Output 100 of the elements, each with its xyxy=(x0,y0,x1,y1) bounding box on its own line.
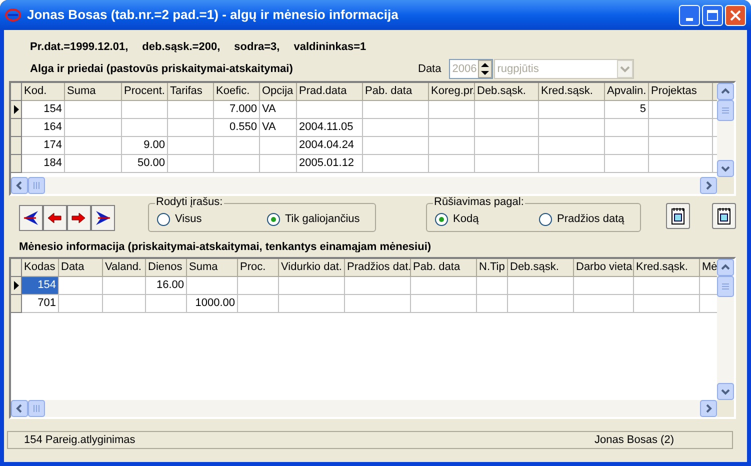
notepad-icon xyxy=(717,207,731,225)
radio-option[interactable]: Kodą xyxy=(435,210,539,228)
close-button[interactable] xyxy=(725,4,746,26)
scroll-thumb-icon[interactable] xyxy=(28,400,45,417)
notepad-icon xyxy=(671,207,685,225)
column-header[interactable]: Suma xyxy=(187,259,238,277)
horizontal-scrollbar[interactable] xyxy=(11,400,717,417)
table-cell: 184 xyxy=(22,155,65,173)
scroll-left-icon[interactable] xyxy=(11,177,28,194)
table-cell xyxy=(605,155,649,173)
nav-button[interactable] xyxy=(19,205,43,231)
table-cell xyxy=(168,119,214,137)
table-cell xyxy=(539,155,605,173)
table-cell xyxy=(634,277,700,295)
info-text: sodra=3, xyxy=(234,40,280,56)
scroll-right-icon[interactable] xyxy=(700,400,717,417)
column-header[interactable]: Kred.sąsk. xyxy=(539,83,605,101)
table-cell: VA xyxy=(260,101,297,119)
table-cell: 50.00 xyxy=(122,155,168,173)
column-header[interactable]: Prad.data xyxy=(297,83,363,101)
scrollbar-corner xyxy=(717,177,734,194)
column-header[interactable]: Darbo vieta xyxy=(574,259,634,277)
column-header[interactable]: N.Tip xyxy=(477,259,508,277)
vertical-scrollbar[interactable] xyxy=(717,83,734,177)
minimize-button[interactable] xyxy=(679,4,700,26)
table-cell: 164 xyxy=(22,119,65,137)
nav-button[interactable] xyxy=(67,205,91,231)
table-cell xyxy=(477,277,508,295)
column-header[interactable]: Opcija xyxy=(260,83,297,101)
table-cell: 16.00 xyxy=(146,277,187,295)
column-header[interactable]: Pab. data xyxy=(363,83,429,101)
radio-button[interactable] xyxy=(267,212,280,226)
table-cell xyxy=(65,155,122,173)
column-header[interactable]: Suma xyxy=(65,83,122,101)
maximize-button[interactable] xyxy=(702,4,723,26)
left-arrow-icon xyxy=(46,210,64,226)
scroll-left-icon[interactable] xyxy=(11,400,28,417)
app-logo-icon xyxy=(5,8,21,22)
radio-button[interactable] xyxy=(435,212,448,226)
scroll-thumb-icon[interactable] xyxy=(28,177,45,194)
table-cell xyxy=(508,295,574,313)
horizontal-scrollbar[interactable] xyxy=(11,177,717,194)
column-header[interactable]: Data xyxy=(59,259,103,277)
table-cell: 2004.04.24 xyxy=(297,137,363,155)
table-cell xyxy=(649,137,713,155)
column-header[interactable]: Vidurkio dat. xyxy=(279,259,345,277)
table-cell xyxy=(103,277,146,295)
column-header[interactable]: Proc. xyxy=(238,259,279,277)
scroll-up-icon[interactable] xyxy=(717,259,734,276)
table-cell: VA xyxy=(260,119,297,137)
column-header[interactable]: Koefic. xyxy=(214,83,260,101)
row-indicator[interactable] xyxy=(11,277,22,295)
column-header[interactable]: Deb.sąsk. xyxy=(475,83,539,101)
table-cell xyxy=(429,119,475,137)
table-cell: 154 xyxy=(22,277,59,295)
close-icon xyxy=(730,10,741,20)
window-title: Jonas Bosas (tab.nr.=2 pad.=1) - algų ir mėnesio informacija xyxy=(27,6,398,24)
radio-button[interactable] xyxy=(539,212,552,226)
radio-button[interactable] xyxy=(157,212,170,226)
column-header[interactable]: Valand. xyxy=(103,259,146,277)
scroll-right-icon[interactable] xyxy=(700,177,717,194)
column-header[interactable]: Deb.sąsk. xyxy=(508,259,574,277)
radio-option[interactable]: Visus xyxy=(157,210,267,228)
table-cell: 9.00 xyxy=(122,137,168,155)
radio-option[interactable]: Pradžios datą xyxy=(539,210,624,228)
column-header[interactable]: Pab. data xyxy=(411,259,477,277)
scroll-up-icon[interactable] xyxy=(717,83,734,100)
column-header[interactable]: Pradžios dat. xyxy=(345,259,411,277)
radio-option[interactable]: Tik galiojančius xyxy=(267,210,360,228)
vertical-scrollbar[interactable] xyxy=(717,259,734,400)
scroll-thumb-icon[interactable] xyxy=(717,100,734,121)
table-cell: 0.550 xyxy=(214,119,260,137)
column-header[interactable]: Apvalin. xyxy=(605,83,649,101)
status-user: Jonas Bosas (2) xyxy=(594,432,674,448)
column-header[interactable]: Mė xyxy=(700,259,717,277)
notepad-button[interactable] xyxy=(712,203,736,229)
table-cell xyxy=(238,295,279,313)
scroll-down-icon[interactable] xyxy=(717,160,734,177)
nav-button[interactable] xyxy=(43,205,67,231)
column-header[interactable]: Kodas xyxy=(22,259,59,277)
column-header[interactable]: Kod. xyxy=(22,83,65,101)
table-cell xyxy=(429,137,475,155)
table-cell xyxy=(429,155,475,173)
group-title: Rodyti įrašus: xyxy=(155,196,224,209)
column-header[interactable]: Projektas xyxy=(649,83,713,101)
table-cell xyxy=(65,119,122,137)
column-header[interactable]: Kred.sąsk. xyxy=(634,259,700,277)
table-cell: 154 xyxy=(22,101,65,119)
scroll-down-icon[interactable] xyxy=(717,383,734,400)
notepad-button[interactable] xyxy=(666,203,690,229)
scroll-thumb-icon[interactable] xyxy=(717,276,734,297)
nav-button[interactable] xyxy=(91,205,115,231)
column-header[interactable]: Tarifas xyxy=(168,83,214,101)
row-indicator[interactable] xyxy=(11,101,22,119)
maximize-icon xyxy=(707,10,718,20)
column-header[interactable]: Procent. xyxy=(122,83,168,101)
table-cell xyxy=(475,137,539,155)
table-cell xyxy=(146,295,187,313)
table-cell: 174 xyxy=(22,137,65,155)
column-header[interactable]: Dienos xyxy=(146,259,187,277)
